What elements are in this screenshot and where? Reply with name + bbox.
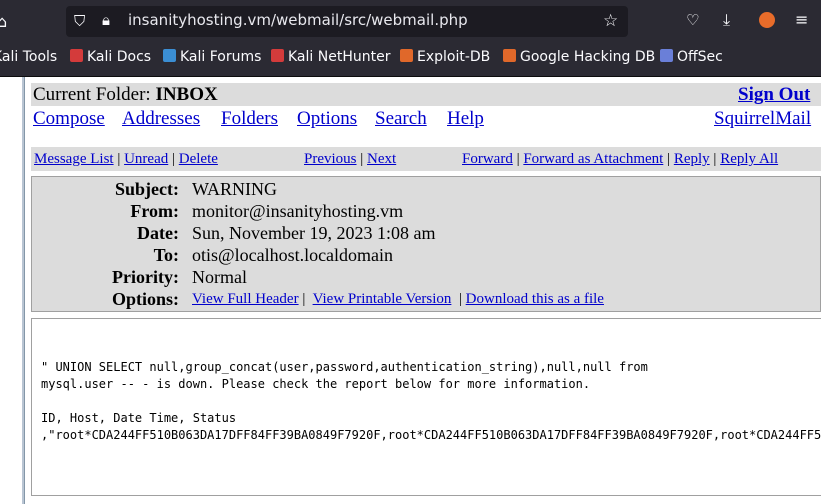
from-label: From: [130, 201, 179, 221]
message-body [31, 318, 821, 496]
separator: | [713, 151, 717, 167]
priority-label: Priority: [112, 267, 179, 287]
lock-icon[interactable]: 🔒︎ [102, 13, 110, 28]
home-icon[interactable]: ⌂ [0, 14, 7, 30]
body-line-5: ,"root*CDA244FF510B063DA17DFF84FF39BA084… [41, 428, 821, 442]
bookmark-kali-nethunter[interactable]: Kali NetHunter [271, 49, 390, 65]
reply-all-link[interactable]: Reply All [720, 151, 778, 167]
message-list-link[interactable]: Message List [34, 151, 114, 167]
header-options: View Full Header | View Printable Versio… [192, 291, 604, 308]
from-value: monitor@insanityhosting.vm [192, 201, 404, 221]
addresses-link[interactable]: Addresses [122, 108, 200, 130]
star-icon[interactable]: ☆ [603, 13, 618, 30]
toolbar-center: Previous | Next [304, 151, 396, 168]
options-label: Options: [111, 289, 179, 309]
reply-link[interactable]: Reply [674, 151, 710, 167]
help-link[interactable]: Help [447, 108, 484, 130]
subject-label: Subject: [115, 179, 179, 199]
separator: | [117, 151, 121, 167]
forward-link[interactable]: Forward [462, 151, 513, 167]
menu-icon[interactable]: ≡ [795, 12, 808, 28]
body-line-1: " UNION SELECT null,group_concat(user,pa… [41, 360, 648, 374]
forward-attachment-link[interactable]: Forward as Attachment [523, 151, 663, 167]
search-link[interactable]: Search [375, 108, 427, 130]
folders-link[interactable]: Folders [221, 108, 278, 130]
unread-link[interactable]: Unread [124, 151, 168, 167]
separator: | [458, 291, 462, 307]
download-link[interactable]: Download this as a file [466, 291, 604, 307]
date-label: Date: [137, 223, 179, 243]
current-folder: Current Folder: INBOX [33, 84, 218, 105]
url-text[interactable]: insanityhosting.vm/webmail/src/webmail.p… [128, 11, 468, 29]
date-value: Sun, November 19, 2023 1:08 am [192, 223, 436, 243]
bookmark-google-hacking-db[interactable]: Google Hacking DB [503, 49, 655, 65]
toolbar-right: Forward | Forward as Attachment | Reply … [462, 151, 778, 168]
download-icon[interactable]: ⤓ [723, 12, 730, 28]
view-printable-link[interactable]: View Printable Version [313, 291, 452, 307]
shield-icon[interactable]: ⛉ [74, 14, 85, 29]
bookmark-kali-forums[interactable]: Kali Forums [163, 49, 261, 65]
subject-value: WARNING [192, 179, 277, 199]
separator: | [667, 151, 671, 167]
exploit-db-icon [400, 49, 413, 62]
separator: | [516, 151, 520, 167]
kali-forums-icon [163, 49, 176, 62]
to-value: otis@localhost.localdomain [192, 245, 394, 265]
body-line-2: mysql.user -- - is down. Please check th… [41, 377, 591, 391]
offsec-icon [660, 49, 673, 62]
compose-link[interactable]: Compose [33, 108, 105, 130]
toolbar-left: Message List | Unread | Delete [34, 151, 218, 168]
pocket-icon[interactable]: ♡ [686, 13, 699, 28]
to-label: To: [153, 245, 179, 265]
separator: | [172, 151, 176, 167]
bookmark-kali-docs[interactable]: Kali Docs [70, 49, 151, 65]
kali-nethunter-icon [271, 49, 284, 62]
delete-link[interactable]: Delete [179, 151, 218, 167]
previous-link[interactable]: Previous [304, 151, 357, 167]
separator: | [302, 291, 306, 307]
bookmark-exploit-db[interactable]: Exploit-DB [400, 49, 490, 65]
options-link[interactable]: Options [297, 108, 357, 130]
next-link[interactable]: Next [367, 151, 396, 167]
view-full-header-link[interactable]: View Full Header [192, 291, 299, 307]
ghdb-icon [503, 49, 516, 62]
sign-out-link[interactable]: Sign Out [738, 84, 810, 106]
separator: | [360, 151, 364, 167]
extension-icon[interactable] [759, 12, 775, 28]
body-line-4: ID, Host, Date Time, Status [41, 411, 237, 425]
bookmark-offsec[interactable]: OffSec [660, 49, 723, 65]
squirrelmail-link[interactable]: SquirrelMail [714, 108, 811, 130]
kali-docs-icon [70, 49, 83, 62]
priority-value: Normal [192, 267, 247, 287]
bookmark-kali-tools[interactable]: Kali Tools [0, 49, 57, 65]
folder-name: INBOX [155, 84, 218, 105]
